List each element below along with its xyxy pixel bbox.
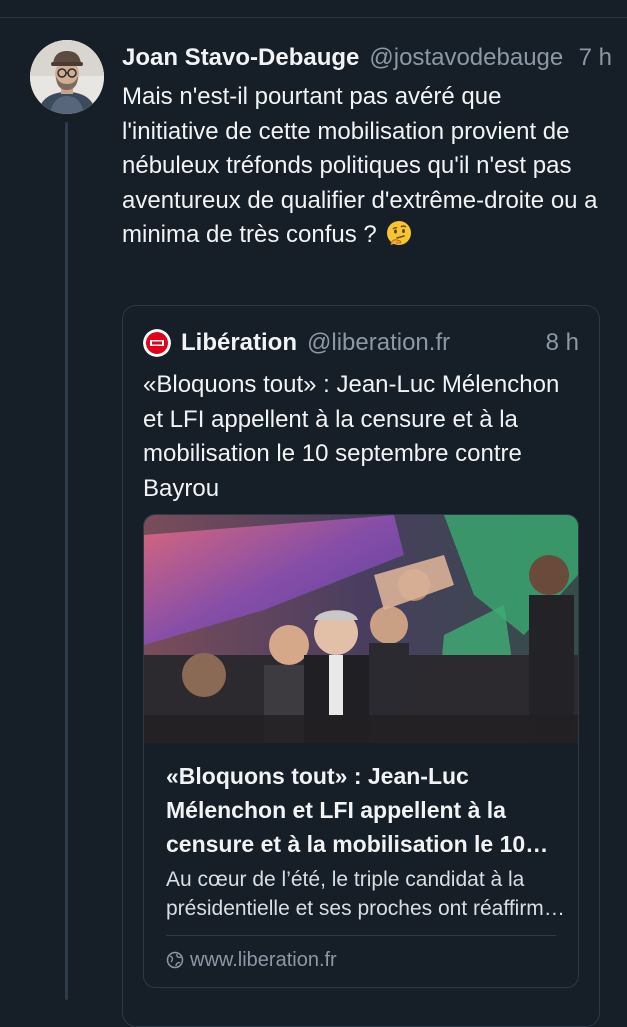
post-header: Joan Stavo-Debauge @jostavodebauge 7 h: [122, 40, 612, 76]
link-preview-card[interactable]: «Bloquons tout» : Jean-Luc Mélenchon et …: [143, 514, 579, 988]
link-preview-title[interactable]: «Bloquons tout» : Jean-Luc Mélenchon et …: [166, 759, 566, 861]
quoted-post-text: «Bloquons tout» : Jean-Luc Mélenchon et …: [143, 371, 560, 502]
thread-line: [65, 122, 68, 1000]
globe-icon: [166, 951, 184, 969]
link-preview-divider: [166, 935, 556, 936]
quoted-post-card[interactable]: Libération @liberation.fr 8 h «Bloquons …: [122, 305, 600, 1027]
author-avatar[interactable]: [30, 40, 104, 114]
liberation-logo-icon: [143, 329, 171, 357]
post-text: Mais n'est-il pourtant pas avéré que l'i…: [122, 83, 598, 248]
link-preview-description: Au cœur de l’été, le triple candidat à l…: [166, 868, 556, 920]
link-preview-domain-row[interactable]: www.liberation.fr: [166, 945, 337, 975]
quoted-post-time[interactable]: 8 h: [546, 329, 579, 357]
link-preview-domain: www.liberation.fr: [190, 948, 337, 971]
top-divider: [0, 17, 627, 18]
quoted-author-name[interactable]: Libération: [181, 329, 297, 357]
link-preview-image[interactable]: [144, 515, 578, 743]
quoted-author-handle[interactable]: @liberation.fr: [307, 329, 546, 357]
author-handle[interactable]: @jostavodebauge: [369, 44, 570, 72]
quoted-post-header: Libération @liberation.fr 8 h: [143, 326, 579, 360]
post-text-block: Mais n'est-il pourtant pas avéré que l'i…: [122, 80, 602, 253]
thinking-face-emoji-icon: [387, 221, 412, 246]
author-name[interactable]: Joan Stavo-Debauge: [122, 44, 359, 72]
post-time[interactable]: 7 h: [579, 44, 612, 72]
